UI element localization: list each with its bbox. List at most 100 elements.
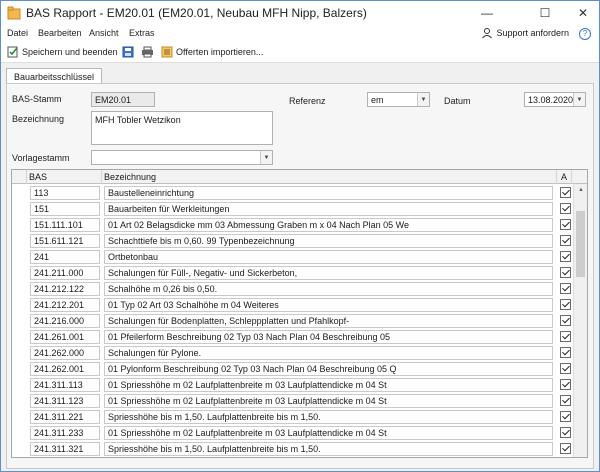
a-checkbox[interactable]: [560, 347, 571, 358]
column-header-bas[interactable]: BAS: [27, 170, 102, 184]
table-row[interactable]: 241.212.201 01 Typ 02 Art 03 Schalhöhe m …: [12, 297, 572, 313]
title-bar: BAS Rapport - EM20.01 (EM20.01, Neubau M…: [1, 1, 599, 25]
menu-ansicht[interactable]: Ansicht: [89, 28, 119, 38]
a-checkbox[interactable]: [560, 203, 571, 214]
bas-cell[interactable]: 151.611.121: [30, 234, 100, 248]
a-checkbox[interactable]: [560, 443, 571, 454]
table-row[interactable]: 241.311.113 01 Spriesshöhe m 02 Laufplatt…: [12, 377, 572, 393]
menu-bearbeiten[interactable]: Bearbeiten: [38, 28, 82, 38]
datum-value: 13.08.2020: [528, 95, 574, 105]
bezeichnung-cell[interactable]: 01 Pylonform Beschreibung 02 Typ 03 Nach…: [104, 362, 553, 376]
bas-cell[interactable]: 241.311.321: [30, 442, 100, 456]
bas-cell[interactable]: 241.212.122: [30, 282, 100, 296]
scroll-up-arrow-icon[interactable]: ▲: [574, 184, 587, 196]
column-header-a[interactable]: A: [557, 170, 572, 184]
menu-extras[interactable]: Extras: [129, 28, 155, 38]
bezeichnung-cell[interactable]: Ortbetonbau: [104, 250, 553, 264]
table-row[interactable]: 241.216.000 Schalungen für Bodenplatten, …: [12, 313, 572, 329]
bezeichnung-cell[interactable]: Baustelleneinrichtung: [104, 186, 553, 200]
bezeichnung-cell[interactable]: 01 Spriesshöhe m 02 Laufplattenbreite m …: [104, 426, 553, 440]
column-header-bezeichnung[interactable]: Bezeichnung: [102, 170, 557, 184]
a-checkbox[interactable]: [560, 331, 571, 342]
bezeichnung-cell[interactable]: 01 Spriesshöhe m 02 Laufplattenbreite m …: [104, 394, 553, 408]
bas-cell[interactable]: 151.111.101: [30, 218, 100, 232]
a-checkbox[interactable]: [560, 235, 571, 246]
table-row[interactable]: 241.261.001 01 Pfeilerform Beschreibung 0…: [12, 329, 572, 345]
table-row[interactable]: 113 Baustelleneinrichtung: [12, 185, 572, 201]
bas-cell[interactable]: 241.211.000: [30, 266, 100, 280]
save-close-button[interactable]: Speichern und beenden: [7, 46, 118, 58]
bezeichnung-cell[interactable]: Bauarbeiten für Werkleitungen: [104, 202, 553, 216]
datum-field[interactable]: 13.08.2020 ▼: [524, 92, 586, 107]
bas-cell[interactable]: 241.311.113: [30, 378, 100, 392]
bas-cell[interactable]: 151: [30, 202, 100, 216]
save-icon: [122, 46, 134, 58]
bas-cell[interactable]: 241.216.000: [30, 314, 100, 328]
calendar-dropdown-icon[interactable]: ▼: [573, 93, 585, 106]
close-button[interactable]: ✕: [567, 1, 599, 25]
bezeichnung-cell[interactable]: Schalungen für Füll-, Negativ- und Sicke…: [104, 266, 553, 280]
a-checkbox[interactable]: [560, 187, 571, 198]
bezeichnung-cell[interactable]: 01 Pfeilerform Beschreibung 02 Typ 03 Na…: [104, 330, 553, 344]
table-row[interactable]: 241.311.221 Spriesshöhe bis m 1,50. Laufp…: [12, 409, 572, 425]
vorlagestamm-select[interactable]: ▼: [91, 150, 273, 165]
a-checkbox[interactable]: [560, 299, 571, 310]
bezeichnung-cell[interactable]: Spriesshöhe bis m 1,50. Laufplattenbreit…: [104, 442, 553, 456]
bas-cell[interactable]: 241.311.233: [30, 426, 100, 440]
bezeichnung-cell[interactable]: 01 Art 02 Belagsdicke mm 03 Abmessung Gr…: [104, 218, 553, 232]
menu-datei[interactable]: Datei: [7, 28, 28, 38]
bezeichnung-cell[interactable]: 01 Typ 02 Art 03 Schalhöhe m 04 Weiteres: [104, 298, 553, 312]
bezeichnung-cell[interactable]: Schalungen für Pylone.: [104, 346, 553, 360]
help-icon[interactable]: ?: [579, 28, 591, 40]
datum-label: Datum: [444, 96, 471, 106]
table-row[interactable]: 241.262.001 01 Pylonform Beschreibung 02 …: [12, 361, 572, 377]
bezeichnung-cell[interactable]: Schalhöhe m 0,26 bis 0,50.: [104, 282, 553, 296]
table-row[interactable]: 241.262.000 Schalungen für Pylone.: [12, 345, 572, 361]
a-checkbox[interactable]: [560, 379, 571, 390]
a-checkbox[interactable]: [560, 219, 571, 230]
referenz-select[interactable]: em ▼: [367, 92, 430, 107]
table-row[interactable]: 241.400.000Aussparungen und Einlagen: [12, 457, 572, 458]
a-checkbox[interactable]: [560, 267, 571, 278]
table-row[interactable]: 151.111.101 01 Art 02 Belagsdicke mm 03 A…: [12, 217, 572, 233]
table-row[interactable]: 241.311.321 Spriesshöhe bis m 1,50. Laufp…: [12, 441, 572, 457]
vertical-scrollbar[interactable]: ▲: [573, 184, 587, 457]
table-row[interactable]: 151.611.121 Schachttiefe bis m 0,60. 99 T…: [12, 233, 572, 249]
bas-stamm-field: EM20.01: [91, 92, 155, 107]
table-row[interactable]: 241.211.000 Schalungen für Füll-, Negativ…: [12, 265, 572, 281]
bezeichnung-cell[interactable]: Schachttiefe bis m 0,60. 99 Typenbezeich…: [104, 234, 553, 248]
a-checkbox[interactable]: [560, 283, 571, 294]
a-checkbox[interactable]: [560, 411, 571, 422]
bas-cell[interactable]: 241.261.001: [30, 330, 100, 344]
bezeichnung-textarea[interactable]: MFH Tobler Wetzikon: [91, 111, 273, 145]
chevron-down-icon[interactable]: ▼: [260, 151, 272, 164]
table-row[interactable]: 151 Bauarbeiten für Werkleitungen: [12, 201, 572, 217]
bezeichnung-cell[interactable]: Schalungen für Bodenplatten, Schleppplat…: [104, 314, 553, 328]
a-checkbox[interactable]: [560, 363, 571, 374]
maximize-button[interactable]: ☐: [529, 1, 561, 25]
chevron-down-icon[interactable]: ▼: [417, 93, 429, 106]
minimize-button[interactable]: —: [471, 1, 503, 25]
print-button[interactable]: [141, 46, 154, 58]
a-checkbox[interactable]: [560, 395, 571, 406]
a-checkbox[interactable]: [560, 251, 571, 262]
save-button[interactable]: [122, 46, 134, 58]
support-button[interactable]: Support anfordern: [481, 27, 569, 39]
bas-cell[interactable]: 241.212.201: [30, 298, 100, 312]
table-row[interactable]: 241.311.233 01 Spriesshöhe m 02 Laufplatt…: [12, 425, 572, 441]
scrollbar-thumb[interactable]: [576, 211, 585, 277]
bas-cell[interactable]: 113: [30, 186, 100, 200]
bezeichnung-cell[interactable]: 01 Spriesshöhe m 02 Laufplattenbreite m …: [104, 378, 553, 392]
a-checkbox[interactable]: [560, 427, 571, 438]
bas-cell[interactable]: 241.262.001: [30, 362, 100, 376]
bas-cell[interactable]: 241: [30, 250, 100, 264]
table-row[interactable]: 241.311.123 01 Spriesshöhe m 02 Laufplatt…: [12, 393, 572, 409]
bezeichnung-cell[interactable]: Spriesshöhe bis m 1,50. Laufplattenbreit…: [104, 410, 553, 424]
bas-cell[interactable]: 241.311.221: [30, 410, 100, 424]
bas-cell[interactable]: 241.311.123: [30, 394, 100, 408]
table-row[interactable]: 241 Ortbetonbau: [12, 249, 572, 265]
bas-cell[interactable]: 241.262.000: [30, 346, 100, 360]
import-offers-button[interactable]: Offerten importieren...: [161, 46, 263, 58]
table-row[interactable]: 241.212.122 Schalhöhe m 0,26 bis 0,50.: [12, 281, 572, 297]
a-checkbox[interactable]: [560, 315, 571, 326]
